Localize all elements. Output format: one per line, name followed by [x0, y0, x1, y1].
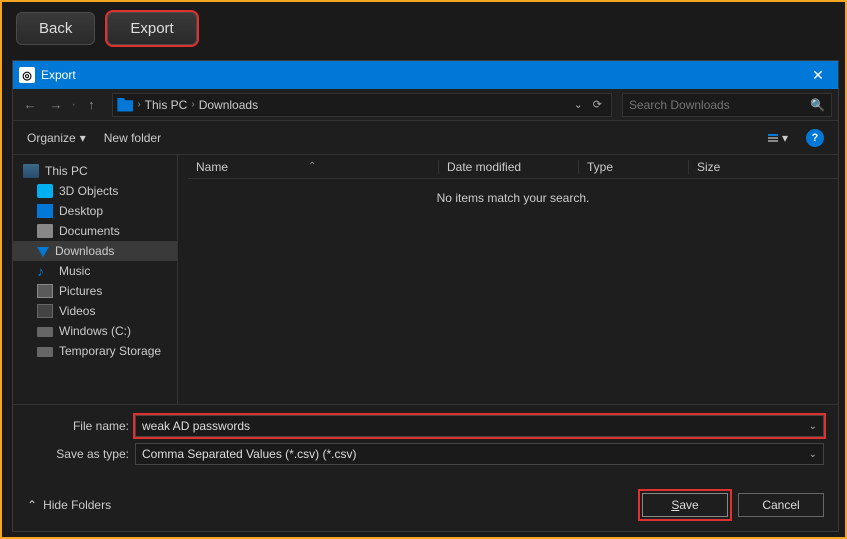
col-size[interactable]: Size [688, 160, 788, 174]
tree-3d-objects[interactable]: 3D Objects [13, 181, 177, 201]
filetype-field[interactable]: Comma Separated Values (*.csv) (*.csv) ⌄ [135, 443, 824, 465]
tree-this-pc[interactable]: This PC [13, 161, 177, 181]
back-button[interactable]: Back [16, 12, 95, 45]
tree-desktop[interactable]: Desktop [13, 201, 177, 221]
export-button[interactable]: Export [107, 12, 196, 45]
tree-windows-c[interactable]: Windows (C:) [13, 321, 177, 341]
download-icon [37, 247, 49, 257]
filename-input[interactable] [142, 419, 809, 433]
help-icon[interactable]: ? [806, 129, 824, 147]
view-options-button[interactable]: ▾ [768, 131, 788, 145]
dialog-title: Export [41, 68, 76, 82]
tree-temp-storage[interactable]: Temporary Storage [13, 341, 177, 361]
music-icon: ♪ [37, 264, 53, 278]
filetype-value: Comma Separated Values (*.csv) (*.csv) [142, 447, 809, 461]
crumb-current[interactable]: Downloads [195, 98, 262, 112]
address-dropdown-icon[interactable]: ⌄ [569, 98, 588, 111]
column-headers: Name⌃ Date modified Type Size [188, 155, 838, 179]
hide-folders-button[interactable]: ⌃Hide Folders [27, 498, 111, 512]
chevron-up-icon: ⌃ [27, 498, 37, 512]
app-icon: ◎ [19, 67, 35, 83]
pc-icon [23, 164, 39, 178]
save-button[interactable]: Save [642, 493, 728, 517]
cube-icon [37, 184, 53, 198]
filename-dropdown-icon[interactable]: ⌄ [809, 421, 817, 432]
title-bar: ◎ Export ✕ [13, 61, 838, 89]
pictures-icon [37, 284, 53, 298]
filetype-label: Save as type: [27, 447, 135, 461]
tree-documents[interactable]: Documents [13, 221, 177, 241]
refresh-icon[interactable]: ⟳ [588, 98, 607, 111]
col-name[interactable]: Name⌃ [188, 160, 438, 174]
new-folder-button[interactable]: New folder [104, 131, 161, 145]
search-box[interactable]: 🔍 [622, 93, 832, 117]
nav-forward-icon[interactable]: → [45, 94, 67, 116]
col-date[interactable]: Date modified [438, 160, 578, 174]
export-dialog: ◎ Export ✕ ← → · ↑ › This PC › Downloads… [12, 60, 839, 532]
nav-back-icon[interactable]: ← [19, 94, 41, 116]
search-icon[interactable]: 🔍 [810, 98, 825, 112]
filetype-dropdown-icon[interactable]: ⌄ [809, 449, 817, 460]
cancel-button[interactable]: Cancel [738, 493, 824, 517]
folder-tree: This PC 3D Objects Desktop Documents Dow… [13, 155, 178, 404]
tree-downloads[interactable]: Downloads [13, 241, 177, 261]
videos-icon [37, 304, 53, 318]
filename-label: File name: [27, 419, 135, 433]
close-icon[interactable]: ✕ [804, 67, 832, 84]
folder-icon [117, 98, 133, 112]
empty-message: No items match your search. [188, 179, 838, 404]
document-icon [37, 224, 53, 238]
crumb-root[interactable]: This PC [141, 98, 192, 112]
address-bar[interactable]: › This PC › Downloads ⌄ ⟳ [112, 93, 612, 117]
disk-icon [37, 327, 53, 337]
organize-menu[interactable]: Organize ▾ [27, 131, 86, 145]
search-input[interactable] [629, 98, 810, 112]
tree-videos[interactable]: Videos [13, 301, 177, 321]
desktop-icon [37, 204, 53, 218]
disk-icon [37, 347, 53, 357]
sort-icon: ⌃ [308, 161, 316, 172]
filename-field[interactable]: ⌄ [135, 415, 824, 437]
chevron-down-icon: ▾ [80, 131, 86, 145]
tree-pictures[interactable]: Pictures [13, 281, 177, 301]
tree-music[interactable]: ♪Music [13, 261, 177, 281]
col-type[interactable]: Type [578, 160, 688, 174]
nav-up-icon[interactable]: ↑ [80, 94, 102, 116]
